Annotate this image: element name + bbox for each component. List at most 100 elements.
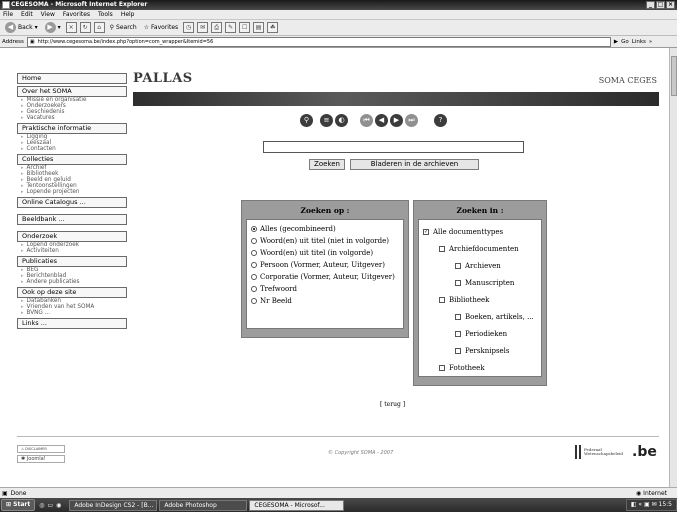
menu-help[interactable]: Help	[121, 11, 135, 18]
search-on-option[interactable]: Persoon (Vormer, Auteur, Uitgever)	[251, 259, 399, 271]
messenger-icon[interactable]: ☘	[267, 22, 279, 33]
refresh-icon[interactable]: ↻	[79, 22, 91, 33]
archive-icon[interactable]: ◐	[335, 114, 348, 127]
menu-edit[interactable]: Edit	[21, 11, 33, 18]
maximize-button[interactable]: □	[656, 1, 665, 9]
search-on-option[interactable]: Corporatie (Vormer, Auteur, Uitgever)	[251, 271, 399, 283]
search-button[interactable]: ⚲ Search	[108, 21, 139, 34]
quicklaunch-ie-icon[interactable]: ◎	[39, 502, 44, 509]
disclaimer-badge[interactable]: ⚠ DISCLAIMER	[17, 445, 65, 453]
sidebar-subitem[interactable]: ▸ Vacatures	[17, 115, 127, 121]
stop-icon[interactable]: ×	[65, 22, 77, 33]
joomla-badge[interactable]: ✱ Joomla!	[17, 455, 65, 463]
search-in-option[interactable]: Bibliotheek	[423, 291, 537, 308]
next-page-icon[interactable]: ▶	[390, 114, 403, 127]
sidebar-item[interactable]: Ook op deze site	[17, 287, 127, 298]
checkbox[interactable]	[439, 296, 445, 303]
menu-tools[interactable]: Tools	[98, 11, 113, 18]
list-icon[interactable]: ≡	[320, 114, 333, 127]
go-button[interactable]: Go	[621, 39, 629, 45]
search-on-option[interactable]: Trefwoord	[251, 283, 399, 295]
back-link[interactable]: [ terug ]	[380, 401, 405, 408]
research-icon[interactable]: ▤	[253, 22, 265, 33]
sidebar-item[interactable]: Publicaties	[17, 256, 127, 267]
home-icon[interactable]: ⌂	[93, 22, 105, 33]
start-button[interactable]: ⊞ Start	[1, 499, 36, 511]
search-on-option[interactable]: Woord(en) uit titel (niet in volgorde)	[251, 235, 399, 247]
search-on-option[interactable]: Nr Beeld	[251, 295, 399, 307]
taskbar-item[interactable]: Adobe Photoshop	[159, 499, 248, 511]
sidebar-item[interactable]: Online Catalogus ...	[17, 197, 127, 208]
chevron-right-icon[interactable]: »	[649, 39, 652, 45]
checkbox[interactable]	[455, 262, 461, 269]
sidebar-subitem[interactable]: ▸ Lopende projecten	[17, 189, 127, 195]
search-on-option[interactable]: Woord(en) uit titel (in volgorde)	[251, 247, 399, 259]
search-in-option[interactable]: Periodieken	[423, 325, 537, 342]
radio-button[interactable]	[251, 262, 257, 268]
search-button-zoeken[interactable]: Zoeken	[309, 159, 345, 170]
sidebar-subitem[interactable]: ▸ BVNG ...	[17, 310, 127, 316]
radio-button[interactable]	[251, 226, 257, 232]
search-in-option[interactable]: Archiefdocumenten	[423, 240, 537, 257]
vertical-scrollbar[interactable]	[669, 48, 677, 487]
search-in-option[interactable]: Persknipsels	[423, 342, 537, 359]
sidebar-subitem[interactable]: ▸ Activiteiten	[17, 248, 127, 254]
back-button[interactable]: ◀ Back ▾	[3, 21, 40, 34]
forward-button[interactable]: ▶ ▾	[43, 21, 63, 34]
checkbox[interactable]	[455, 279, 461, 286]
search-mode-icon[interactable]: ⚲	[300, 114, 313, 127]
quicklaunch-media-icon[interactable]: ◉	[56, 502, 61, 509]
taskbar-item[interactable]: Adobe InDesign CS2 - [B...	[69, 499, 158, 511]
last-page-icon[interactable]: ⏭	[405, 114, 418, 127]
search-in-option[interactable]: Boeken, artikels, ...	[423, 308, 537, 325]
radio-button[interactable]	[251, 250, 257, 256]
checkbox[interactable]: ✓	[423, 228, 429, 235]
links-button[interactable]: Links	[632, 39, 646, 45]
first-page-icon[interactable]: ⏮	[360, 114, 373, 127]
history-icon[interactable]: ◷	[183, 22, 195, 33]
search-in-option[interactable]: Manuscripten	[423, 274, 537, 291]
checkbox[interactable]	[455, 347, 461, 354]
sidebar-item[interactable]: Collecties	[17, 154, 127, 165]
help-icon[interactable]: ?	[434, 114, 447, 127]
sidebar-item[interactable]: Links ...	[17, 318, 127, 329]
close-button[interactable]: ×	[666, 1, 675, 9]
search-in-option[interactable]: Archieven	[423, 257, 537, 274]
radio-button[interactable]	[251, 286, 257, 292]
go-arrow-icon[interactable]: ▶	[614, 39, 618, 45]
menu-favorites[interactable]: Favorites	[63, 11, 90, 18]
search-on-option[interactable]: Alles (gecombineerd)	[251, 223, 399, 235]
taskbar-item[interactable]: CEGESOMA - Microsof...	[249, 499, 345, 511]
minimize-button[interactable]: _	[646, 1, 655, 9]
federal-logo[interactable]: Federaal Wetenschapsbeleid .be	[575, 444, 657, 460]
radio-button[interactable]	[251, 298, 257, 304]
search-input[interactable]	[263, 141, 524, 153]
quicklaunch-desktop-icon[interactable]: ▭	[47, 502, 53, 509]
checkbox[interactable]	[439, 364, 445, 371]
sidebar-subitem[interactable]: ▸ Contacten	[17, 146, 127, 152]
sidebar-item[interactable]: Home	[17, 73, 127, 84]
checkbox[interactable]	[455, 313, 461, 320]
search-in-option[interactable]: ✓ Alle documenttypes	[423, 223, 537, 240]
sidebar-item[interactable]: Onderzoek	[17, 231, 127, 242]
sidebar-item[interactable]: Beeldbank ...	[17, 214, 127, 225]
sidebar-item[interactable]: Over het SOMA	[17, 86, 127, 97]
sidebar-item[interactable]: Praktische informatie	[17, 123, 127, 134]
mail-icon[interactable]: ✉	[197, 22, 209, 33]
discuss-icon[interactable]: ☐	[239, 22, 251, 33]
checkbox[interactable]	[439, 245, 445, 252]
menu-file[interactable]: File	[3, 11, 13, 18]
tray-icons[interactable]: ◧ « ▣ ✉	[631, 501, 659, 508]
edit-icon[interactable]: ✎	[225, 22, 237, 33]
radio-button[interactable]	[251, 238, 257, 244]
checkbox[interactable]	[455, 330, 461, 337]
sidebar-subitem[interactable]: ▸ Andere publicaties	[17, 279, 127, 285]
address-field[interactable]: ▣ http://www.cegesoma.be/index.php?optio…	[26, 36, 611, 47]
previous-page-icon[interactable]: ◀	[375, 114, 388, 127]
radio-button[interactable]	[251, 274, 257, 280]
scrollbar-thumb[interactable]	[671, 56, 677, 96]
search-in-option[interactable]: Fototheek	[423, 359, 537, 376]
menu-view[interactable]: View	[41, 11, 55, 18]
print-icon[interactable]: ⎙	[211, 22, 223, 33]
favorites-button[interactable]: ☆ Favorites	[142, 21, 181, 34]
